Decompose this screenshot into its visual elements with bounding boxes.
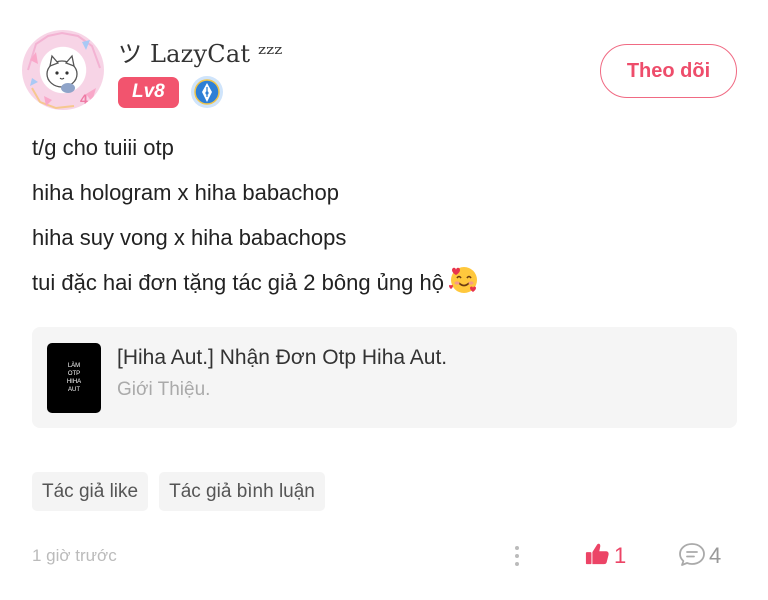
tag-author-like[interactable]: Tác giả like	[32, 472, 149, 511]
post-line: t/g cho tuiii otp	[32, 135, 174, 160]
post-timestamp: 1 giờ trước	[32, 546, 117, 565]
post-line-text: tui đặc hai đơn tặng tác giả 2 bông ủng …	[32, 270, 444, 295]
author-name-row: ツ LazyCat ᶻᶻᶻ	[118, 34, 282, 68]
thumbnail-text: OTP	[67, 371, 81, 377]
more-options-icon[interactable]	[508, 543, 526, 569]
tag-list: Tác giả like Tác giả bình luận	[32, 472, 325, 511]
story-thumbnail: LÀM OTP HIHA AUT	[47, 343, 101, 413]
cat-avatar-icon: 4	[27, 31, 101, 110]
post-line: hiha hologram x hiha babachop	[32, 180, 340, 205]
thumbs-up-icon	[584, 542, 610, 570]
author-name[interactable]: ツ LazyCat ᶻᶻᶻ	[118, 34, 282, 69]
story-subtitle: Giới Thiệu.	[117, 379, 211, 400]
like-button[interactable]: 1	[584, 540, 626, 572]
level-badge: Lv8	[118, 76, 179, 108]
post-line: tui đặc hai đơn tặng tác giả 2 bông ủng …	[32, 260, 732, 305]
comment-count: 4	[709, 543, 722, 568]
linked-story-card[interactable]: LÀM OTP HIHA AUT [Hiha Aut.] Nhận Đơn Ot…	[32, 327, 737, 428]
tag-author-comment[interactable]: Tác giả bình luận	[159, 472, 325, 511]
pen-medal-icon	[190, 75, 224, 109]
post-line: hiha suy vong x hiha babachops	[32, 225, 347, 250]
thumbnail-text: AUT	[68, 387, 80, 393]
post-content: t/g cho tuiii otp hiha hologram x hiha b…	[32, 125, 732, 305]
smiling-face-with-hearts-icon	[448, 264, 480, 296]
follow-button[interactable]: Theo dõi	[600, 44, 737, 98]
like-count: 1	[614, 543, 627, 568]
comment-button[interactable]: 4	[678, 540, 721, 572]
svg-text:4: 4	[80, 91, 88, 107]
post-card: 4 ツ LazyCat ᶻᶻᶻ Lv8 Theo dõi t/g cho tui…	[0, 0, 768, 600]
author-badges: Lv8	[118, 75, 224, 109]
author-avatar[interactable]: 4	[22, 30, 104, 110]
thumbnail-text: LÀM	[67, 363, 81, 369]
thumbnail-text: HIHA	[66, 379, 82, 385]
story-title: [Hiha Aut.] Nhận Đơn Otp Hiha Aut.	[117, 346, 448, 369]
comment-bubble-icon	[678, 541, 706, 571]
